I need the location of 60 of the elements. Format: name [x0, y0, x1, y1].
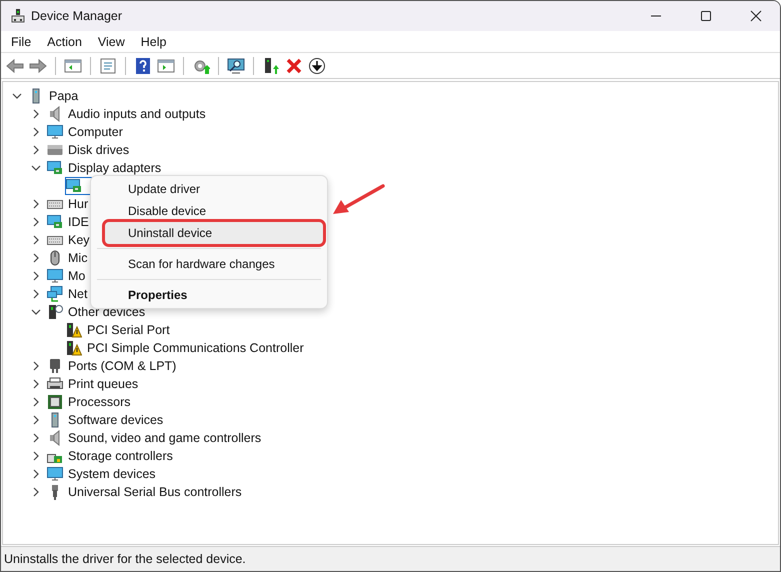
tree-item[interactable]: Ports (COM & LPT)	[68, 359, 176, 373]
tree-item[interactable]: Mic	[68, 251, 88, 265]
window-title: Device Manager	[31, 9, 122, 23]
tree-item[interactable]: Key	[68, 233, 90, 247]
tree-item[interactable]: Software devices	[68, 413, 164, 427]
annotation-arrow	[330, 183, 386, 217]
back-arrow-icon[interactable]	[6, 56, 24, 74]
tree-item[interactable]: Display adapters	[68, 161, 162, 175]
menu-item[interactable]: Uninstall device	[105, 222, 323, 244]
tree-item[interactable]: PCI Serial Port	[87, 323, 170, 337]
printer-icon	[47, 376, 63, 392]
tree-item[interactable]: Computer	[68, 125, 123, 139]
computer-icon	[10, 8, 26, 24]
menu-item[interactable]: Disable device	[95, 200, 323, 222]
device-update-icon[interactable]	[262, 56, 280, 74]
computer-name[interactable]: Papa	[49, 89, 78, 103]
menu-item[interactable]: Properties	[95, 284, 323, 306]
tree-item[interactable]: IDE	[68, 215, 89, 229]
help-icon[interactable]	[134, 56, 152, 74]
status-text: Uninstalls the driver for the selected device.	[4, 552, 246, 566]
graphics-card-icon	[66, 178, 82, 194]
maximize-icon[interactable]	[700, 10, 712, 22]
tree-item[interactable]: Mo	[68, 269, 86, 283]
monitor-icon	[47, 124, 63, 140]
menu-item[interactable]: Update driver	[95, 178, 323, 200]
tree-item[interactable]: System devices	[68, 467, 156, 481]
tree-item[interactable]: Audio inputs and outputs	[68, 107, 206, 121]
graphics-card-icon	[47, 160, 63, 176]
tree-item[interactable]: Universal Serial Bus controllers	[68, 485, 242, 499]
properties-sheet-icon[interactable]	[99, 56, 117, 74]
menu-item[interactable]: Scan for hardware changes	[95, 253, 323, 275]
chip-icon	[47, 394, 63, 410]
disk-drive-icon	[47, 142, 63, 158]
delete-icon[interactable]	[285, 56, 303, 74]
connector-icon	[47, 358, 63, 374]
tree-item[interactable]: Print queues	[68, 377, 138, 391]
close-icon[interactable]	[750, 10, 762, 22]
menu-item[interactable]: Help	[140, 34, 166, 48]
menu-item[interactable]: View	[98, 34, 125, 48]
tree-item[interactable]: Storage controllers	[68, 449, 173, 463]
menu-item[interactable]: Action	[47, 34, 82, 48]
warning-device-icon	[66, 322, 82, 338]
window-panel-icon[interactable]	[64, 56, 82, 74]
tree-item[interactable]: Sound, video and game controllers	[68, 431, 262, 445]
tree-item[interactable]: Net	[68, 287, 88, 301]
monitor-search-icon[interactable]	[227, 56, 245, 74]
tree-item[interactable]: Processors	[68, 395, 131, 409]
network-icon	[47, 286, 63, 302]
tree-item[interactable]: Other devices	[68, 305, 146, 319]
menu-item[interactable]: File	[11, 34, 32, 48]
tree-item[interactable]: Disk drives	[68, 143, 130, 157]
download-icon[interactable]	[308, 56, 326, 74]
graphics-card-icon	[47, 214, 63, 230]
window-panel-icon[interactable]	[157, 56, 175, 74]
tree-item[interactable]: PCI Simple Communications Controller	[87, 341, 304, 355]
monitor-icon	[47, 466, 63, 482]
warning-device-icon	[66, 340, 82, 356]
tree-item[interactable]: Hur	[68, 197, 88, 211]
forward-arrow-icon[interactable]	[29, 56, 47, 74]
monitor-icon	[47, 268, 63, 284]
